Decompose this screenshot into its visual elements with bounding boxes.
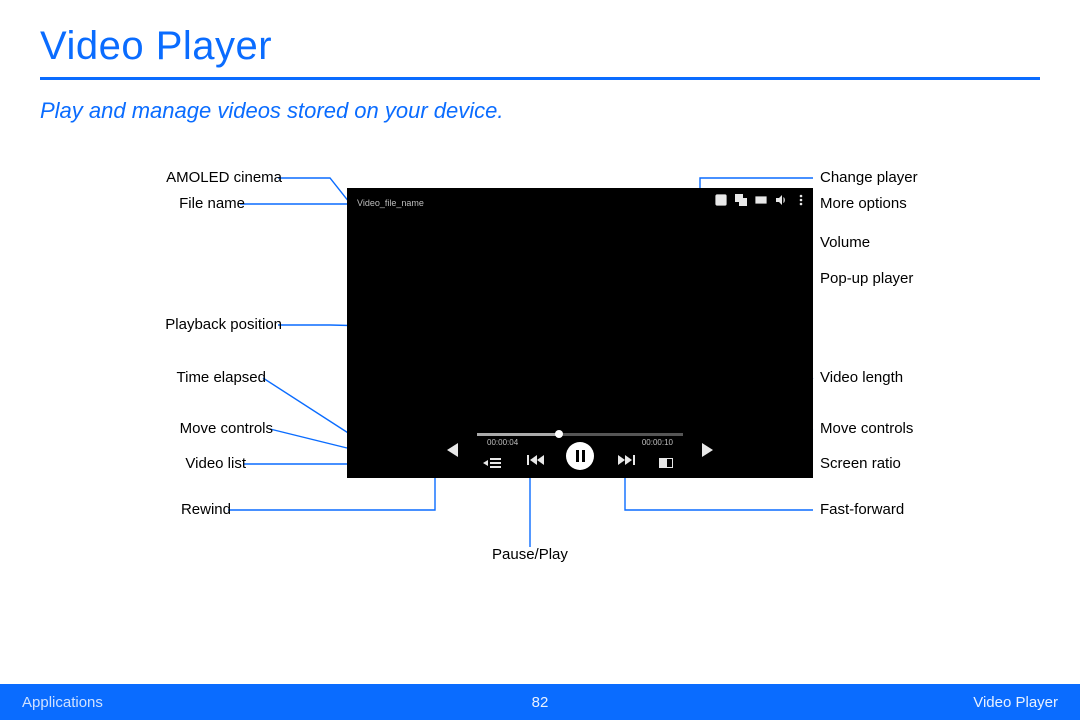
footer-bar: Applications 82 Video Player [0,684,1080,720]
label-file-name: File name [179,195,245,212]
label-time-elapsed: Time elapsed [177,369,267,386]
label-playback-position: Playback position [165,316,282,333]
label-change-player: Change player [820,169,918,186]
label-screen-ratio: Screen ratio [820,455,901,472]
label-video-list: Video list [185,455,246,472]
label-video-length: Video length [820,369,903,386]
diagram-stage: Video_file_name 00:00:04 00:00:10 [40,148,1040,618]
label-volume: Volume [820,234,870,251]
label-amoled-cinema: AMOLED cinema [166,169,282,186]
move-controls-left-icon[interactable] [447,443,458,457]
label-pause-play: Pause/Play [492,546,568,563]
footer-page: 82 [0,694,1080,711]
volume-icon[interactable] [775,194,787,206]
title-divider [40,77,1040,80]
time-length: 00:00:10 [642,438,673,447]
change-player-icon[interactable] [715,194,727,206]
time-elapsed: 00:00:04 [487,438,518,447]
top-icon-bar [715,194,807,206]
video-list-icon[interactable] [487,458,501,468]
rewind-icon[interactable] [527,453,545,465]
label-more-options: More options [820,195,907,212]
seek-knob[interactable] [555,430,563,438]
label-move-controls-r: Move controls [820,420,913,437]
screen-ratio-icon[interactable] [659,458,673,468]
seek-bar[interactable] [477,433,683,436]
popup-player-icon[interactable] [735,194,747,206]
amoled-cinema-icon[interactable] [755,194,767,206]
pause-play-button[interactable] [566,442,594,470]
file-name-text: Video_file_name [357,198,424,208]
label-popup-player: Pop-up player [820,270,913,287]
more-options-icon[interactable] [795,194,807,206]
fast-forward-icon[interactable] [617,453,635,465]
seek-progress [477,433,559,436]
video-player-screenshot: Video_file_name 00:00:04 00:00:10 [347,188,813,478]
page-title: Video Player [40,24,1040,69]
move-controls-right-icon[interactable] [702,443,713,457]
pause-icon [576,450,585,462]
label-move-controls-l: Move controls [180,420,273,437]
label-fast-forward: Fast-forward [820,501,904,518]
label-rewind: Rewind [181,501,231,518]
page-subtitle: Play and manage videos stored on your de… [40,98,1040,124]
